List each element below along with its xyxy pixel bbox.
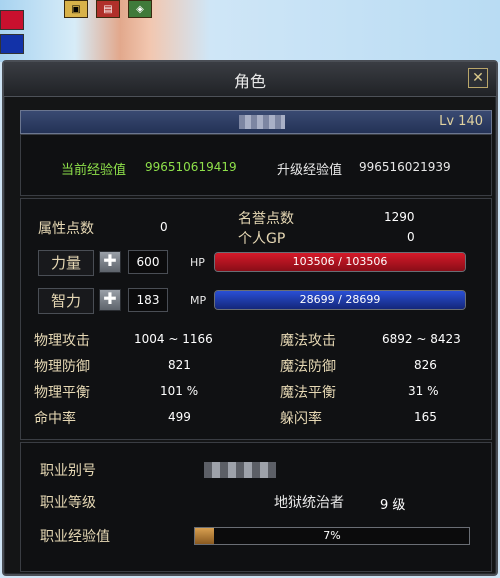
phys-defense-label: 物理防御 <box>34 359 90 375</box>
upgrade-exp-label: 升级经验值 <box>277 163 343 178</box>
map-icon[interactable]: ◈ <box>128 0 152 18</box>
phys-attack-value: 1004 ~ 1166 <box>134 332 213 346</box>
job-level-name: 地狱统治者 <box>274 495 344 511</box>
mag-attack-value: 6892 ~ 8423 <box>382 332 461 346</box>
mp-bar: 28699 / 28699 <box>214 290 466 310</box>
phys-balance-label: 物理平衡 <box>34 385 90 401</box>
upgrade-exp-value: 996516021939 <box>359 160 451 174</box>
close-button[interactable]: ✕ <box>468 68 488 88</box>
mag-balance-label: 魔法平衡 <box>280 385 336 401</box>
personal-gp-label: 个人GP <box>238 231 286 247</box>
strength-value: 600 <box>128 250 168 274</box>
job-level-label: 职业等级 <box>40 495 96 511</box>
character-name-obscured <box>239 115 285 129</box>
evade-rate-value: 165 <box>414 410 437 424</box>
phys-attack-label: 物理攻击 <box>34 333 90 349</box>
honor-points-label: 名誉点数 <box>238 211 294 227</box>
current-exp-label: 当前经验值 <box>61 163 127 178</box>
character-name-bar: Lv 140 <box>20 110 492 134</box>
job-exp-bar: 7% <box>194 527 470 545</box>
mp-bar-text: 28699 / 28699 <box>299 293 381 306</box>
job-exp-text: 7% <box>323 529 341 542</box>
mp-gauge-hud <box>0 34 24 54</box>
experience-panel: 当前经验值 996510619419 升级经验值 996516021939 <box>20 134 492 196</box>
job-exp-label: 职业经验值 <box>40 529 110 545</box>
intelligence-label: 智力 <box>38 288 94 314</box>
current-exp-value: 996510619419 <box>145 160 237 174</box>
phys-balance-value: 101 % <box>160 384 199 398</box>
hp-bar-text: 103506 / 103506 <box>292 255 388 268</box>
evade-rate-label: 躲闪率 <box>280 411 322 427</box>
mag-attack-label: 魔法攻击 <box>280 333 336 349</box>
character-window: 角色 ✕ Lv 140 当前经验值 996510619419 升级经验值 996… <box>2 60 498 576</box>
mag-defense-value: 826 <box>414 358 437 372</box>
honor-points-value: 1290 <box>384 210 415 224</box>
mag-balance-value: 31 % <box>408 384 439 398</box>
plus-icon: ✚ <box>103 289 117 308</box>
mp-tag: MP <box>190 294 207 307</box>
add-intelligence-button[interactable]: ✚ <box>99 289 121 311</box>
add-strength-button[interactable]: ✚ <box>99 251 121 273</box>
mag-defense-label: 魔法防御 <box>280 359 336 375</box>
hp-gauge-hud <box>0 10 24 30</box>
job-alias-label: 职业别号 <box>40 463 96 479</box>
attr-points-value: 0 <box>160 220 168 234</box>
personal-gp-value: 0 <box>407 230 415 244</box>
job-alias-obscured <box>204 462 276 478</box>
attr-points-label: 属性点数 <box>38 221 94 237</box>
shop-icon[interactable]: ▤ <box>96 0 120 18</box>
level-label: Lv 140 <box>439 114 483 129</box>
hit-rate-value: 499 <box>168 410 191 424</box>
strength-label: 力量 <box>38 250 94 276</box>
bag-icon[interactable]: ▣ <box>64 0 88 18</box>
phys-defense-value: 821 <box>168 358 191 372</box>
job-level-value: 9 级 <box>380 498 406 513</box>
title-bar[interactable]: 角色 ✕ <box>4 62 496 97</box>
intelligence-value: 183 <box>128 288 168 312</box>
close-icon: ✕ <box>472 70 484 86</box>
hp-tag: HP <box>190 256 205 269</box>
hit-rate-label: 命中率 <box>34 411 76 427</box>
window-title: 角色 <box>233 72 266 91</box>
plus-icon: ✚ <box>103 251 117 270</box>
hp-bar: 103506 / 103506 <box>214 252 466 272</box>
